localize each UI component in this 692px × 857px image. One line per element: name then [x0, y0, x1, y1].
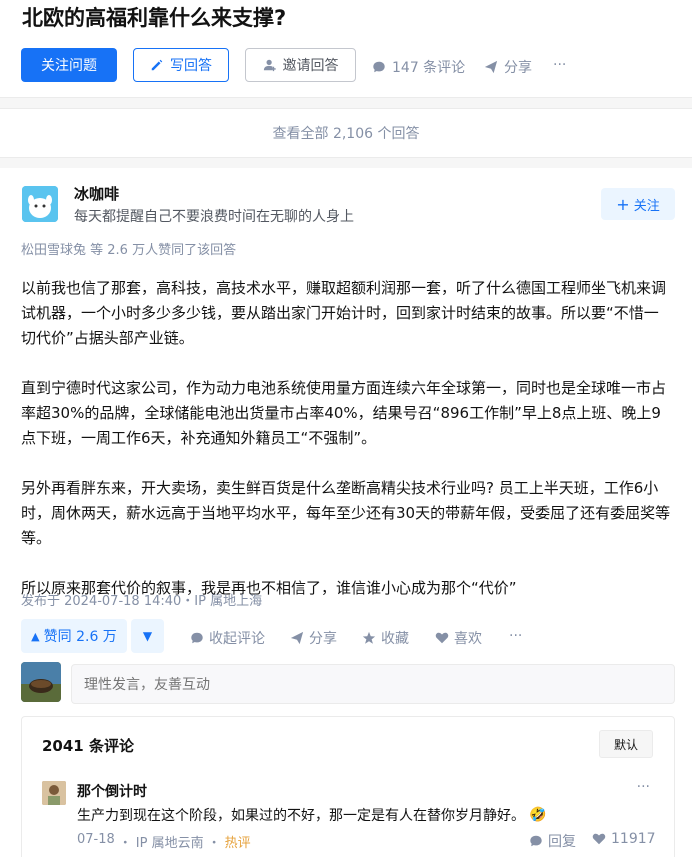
plus-icon: +	[616, 194, 630, 214]
upvote-button[interactable]: ▲ 赞同 2.6 万	[21, 619, 127, 653]
collapse-comments-button[interactable]: 收起评论	[190, 628, 265, 648]
share-plane-icon	[484, 60, 498, 74]
answer-content: 以前我也信了那套，高科技，高技术水平，赚取超额利润那一套，听了什么德国工程师坐飞…	[21, 276, 671, 601]
answer-paragraph: 直到宁德时代这家公司，作为动力电池系统使用量方面连续六年全球第一，同时也是全球唯…	[21, 379, 667, 447]
follow-author-label: 关注	[633, 198, 660, 214]
comment-meta: 07-18 ・ IP 属地云南 ・ 热评	[77, 832, 251, 851]
comment-bubble-icon	[191, 632, 203, 644]
follow-question-label: 关注问题	[41, 58, 97, 74]
answer-paragraph: 以前我也信了那套，高科技，高技术水平，赚取超额利润那一套，听了什么德国工程师坐飞…	[21, 279, 667, 347]
comment-like-count: 11917	[611, 831, 656, 847]
share-plane-icon	[290, 631, 304, 645]
follow-author-button[interactable]: + 关注	[601, 188, 675, 220]
comment-user-avatar[interactable]	[42, 781, 66, 805]
collapse-comments-label: 收起评论	[209, 631, 265, 647]
laughing-emoji-icon: 🤣	[529, 807, 547, 823]
invite-answer-button[interactable]: 邀请回答	[245, 48, 356, 82]
like-label: 喜欢	[454, 631, 482, 647]
like-button[interactable]: 喜欢	[435, 628, 482, 648]
view-all-label: 查看全部 2,106 个回答	[272, 126, 420, 142]
comment-bubble-icon	[373, 61, 385, 73]
star-icon	[362, 631, 376, 644]
reply-button[interactable]: 回复	[529, 831, 576, 851]
comment-ip: IP 属地云南	[135, 836, 204, 851]
published-time[interactable]: 发布于 2024-07-18 14:40・IP 属地上海	[21, 590, 262, 609]
question-title: 北欧的高福利靠什么来支撑?	[22, 6, 287, 30]
question-comments-label: 147 条评论	[392, 60, 466, 76]
answer-more-button[interactable]: ···	[509, 628, 522, 644]
question-share-label: 分享	[504, 60, 532, 76]
share-button[interactable]: 分享	[290, 628, 337, 648]
author-bio: 每天都提醒自己不要浪费时间在无聊的人身上	[74, 209, 354, 225]
current-user-avatar	[21, 662, 61, 702]
upvote-label: 赞同 2.6 万	[43, 629, 117, 645]
favorite-button[interactable]: 收藏	[362, 628, 409, 648]
comment-date: 07-18	[77, 832, 115, 847]
invite-user-icon	[263, 59, 276, 72]
write-answer-label: 写回答	[170, 58, 212, 74]
follow-question-button[interactable]: 关注问题	[21, 48, 117, 82]
answer-paragraph: 另外再看胖东来，开大卖场，卖生鲜百货是什么垄断高精尖技术行业吗? 员工上半天班，…	[21, 479, 671, 547]
share-label: 分享	[309, 631, 337, 647]
comments-section: 2041 条评论 默认 那个倒计时 ··· 生产力到现在这个阶段，如果过的不好，…	[21, 716, 675, 857]
comment-user-avatar-image	[42, 781, 66, 805]
triangle-down-icon: ▼	[142, 629, 153, 643]
comments-count: 2041 条评论	[42, 737, 134, 755]
comment-username[interactable]: 那个倒计时	[77, 781, 147, 801]
pencil-icon	[151, 59, 163, 71]
comment-more-button[interactable]: ···	[637, 779, 650, 795]
comment-bubble-icon	[530, 835, 542, 847]
separator: ・	[207, 836, 221, 851]
more-icon: ···	[509, 628, 523, 644]
heart-icon	[435, 632, 449, 644]
view-all-answers-button[interactable]: 查看全部 2,106 个回答	[0, 108, 692, 158]
comment-sort-button[interactable]: 默认	[599, 730, 653, 758]
heart-icon	[592, 833, 606, 845]
author-avatar[interactable]	[22, 186, 58, 222]
downvote-button[interactable]: ▼	[131, 619, 164, 653]
invite-answer-label: 邀请回答	[282, 58, 339, 74]
more-icon: ···	[553, 57, 567, 73]
reply-label: 回复	[548, 834, 576, 850]
answer-card: 冰咖啡 每天都提醒自己不要浪费时间在无聊的人身上 + 关注 松田雪球兔 等 2.…	[0, 168, 692, 857]
comment-like-button[interactable]: 11917	[592, 831, 656, 847]
separator: ・	[118, 836, 132, 851]
current-user-avatar-image	[21, 662, 61, 702]
question-share-button[interactable]: 分享	[484, 57, 532, 77]
write-answer-button[interactable]: 写回答	[133, 48, 229, 82]
question-header: 北欧的高福利靠什么来支撑? 关注问题 写回答 邀请回答 147 条评论 分享 ·…	[0, 0, 692, 98]
question-comments-button[interactable]: 147 条评论	[372, 57, 465, 77]
question-more-button[interactable]: ···	[553, 57, 566, 73]
author-name[interactable]: 冰咖啡	[74, 183, 119, 204]
comment-input[interactable]	[71, 664, 675, 704]
voters-text: 松田雪球兔 等 2.6 万人赞同了该回答	[21, 243, 237, 258]
hot-comment-tag: 热评	[224, 836, 251, 851]
comment-text: 生产力到现在这个阶段，如果过的不好，那一定是有人在替你岁月静好。 🤣	[77, 805, 546, 825]
author-avatar-image	[22, 186, 58, 222]
favorite-label: 收藏	[381, 631, 409, 647]
comment-text-body: 生产力到现在这个阶段，如果过的不好，那一定是有人在替你岁月静好。	[77, 808, 525, 824]
comment-sort-label: 默认	[613, 737, 638, 752]
triangle-up-icon: ▲	[31, 629, 40, 643]
